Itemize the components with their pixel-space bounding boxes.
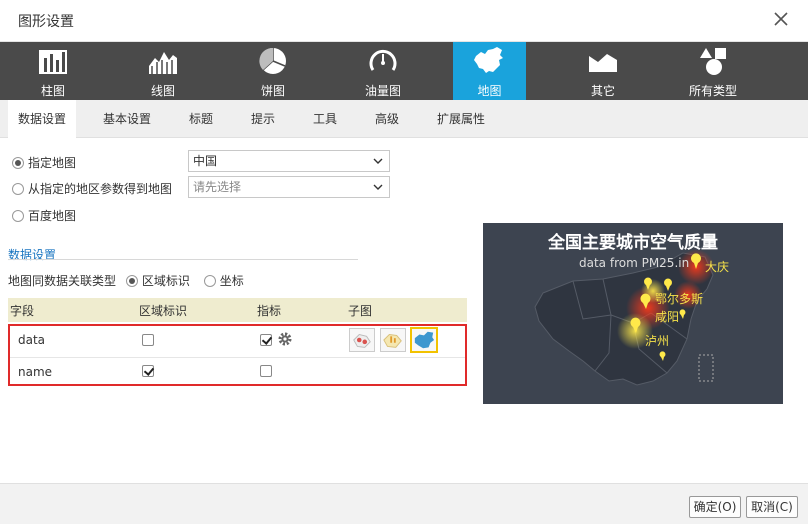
field-table-header: 字段 区域标识 指标 子图 [8,298,467,322]
pie-chart-icon [259,47,286,74]
map-preview: 全国主要城市空气质量 data from PM25.in 大庆 鄂尔多斯 咸阳 … [483,223,783,404]
chart-type-gauge[interactable]: 油量图 [343,42,423,100]
map-select-value: 中国 [193,154,218,168]
chart-type-label: 地图 [477,84,502,98]
specified-map-option[interactable]: 指定地图 [12,154,76,171]
assoc-coordinate-label: 坐标 [219,274,244,288]
preview-title: 全国主要城市空气质量 [548,233,718,253]
bar-chart-icon [39,50,67,74]
city-label: 泸州 [645,334,670,348]
chevron-down-icon [373,184,383,190]
line-chart-icon [149,52,177,74]
param-map-radio[interactable] [12,183,24,195]
china-map-icon [474,47,503,73]
region-param-select[interactable]: 请先选择 [188,176,390,198]
section-divider [8,259,358,260]
preview-subtitle: data from PM25.in [579,256,690,270]
chart-type-all[interactable]: 所有类型 [673,42,753,100]
map-select[interactable]: 中国 [188,150,390,172]
chart-type-map[interactable]: 地图 [453,42,526,100]
city-label: 大庆 [705,260,730,274]
assoc-type-row: 地图同数据关联类型 区域标识 坐标 [8,272,244,289]
assoc-type-label: 地图同数据关联类型 [8,274,117,288]
param-map-option[interactable]: 从指定的地区参数得到地图 [12,180,172,197]
assoc-region-label: 区域标识 [141,274,190,288]
chart-type-label: 油量图 [364,84,401,98]
tab-title[interactable]: 标题 [179,100,223,138]
tab-data-settings[interactable]: 数据设置 [8,100,77,138]
chart-type-pie-chart[interactable]: 饼图 [233,42,313,100]
tab-extended-properties[interactable]: 扩展属性 [427,100,495,138]
highlight-box [8,324,467,386]
all-types-icon [700,48,726,75]
dialog-title: 图形设置 [18,14,74,30]
chart-type-label: 所有类型 [688,84,737,98]
region-param-placeholder: 请先选择 [193,180,242,194]
tab-tooltip[interactable]: 提示 [241,100,285,138]
tab-advanced[interactable]: 高级 [365,100,409,138]
assoc-coordinate-radio[interactable] [203,275,216,287]
city-label: 咸阳 [655,310,680,324]
param-map-label: 从指定的地区参数得到地图 [28,182,173,196]
baidu-map-label: 百度地图 [28,209,77,223]
chart-type-label: 线图 [150,84,175,98]
chart-type-label: 其它 [590,84,615,98]
ok-button[interactable]: 确定(O) [689,496,741,518]
dialog-titlebar: 图形设置 [0,0,808,42]
chart-type-line-chart[interactable]: 线图 [123,42,203,100]
specified-map-radio[interactable] [12,157,24,169]
gauge-icon [369,49,397,71]
tab-tools[interactable]: 工具 [303,100,347,138]
settings-tabs: 数据设置 基本设置 标题 提示 工具 高级 扩展属性 [0,100,808,138]
chart-type-label: 柱图 [40,84,65,98]
close-icon[interactable] [770,8,792,30]
cancel-button[interactable]: 取消(C) [746,496,798,518]
other-chart-icon [589,54,617,72]
column-header-subchart: 子图 [348,304,373,318]
baidu-map-radio[interactable] [12,210,24,222]
city-label: 鄂尔多斯 [655,292,704,306]
column-header-field: 字段 [10,304,35,318]
specified-map-label: 指定地图 [28,156,77,170]
chart-type-label: 饼图 [260,84,285,98]
chart-type-other[interactable]: 其它 [563,42,643,100]
data-settings-heading: 数据设置 [8,248,57,262]
chart-type-bar-chart[interactable]: 柱图 [13,42,93,100]
column-header-indicator: 指标 [257,304,282,318]
baidu-map-option[interactable]: 百度地图 [12,207,76,224]
chart-type-bar: 柱图 线图 饼图 油量图 地图 其它 所有类型 [0,42,808,100]
column-header-region-id: 区域标识 [139,304,188,318]
assoc-region-radio[interactable] [125,275,138,287]
chevron-down-icon [373,158,383,164]
dialog-footer: 确定(O) 取消(C) [0,483,808,524]
tab-basic-settings[interactable]: 基本设置 [93,100,161,138]
